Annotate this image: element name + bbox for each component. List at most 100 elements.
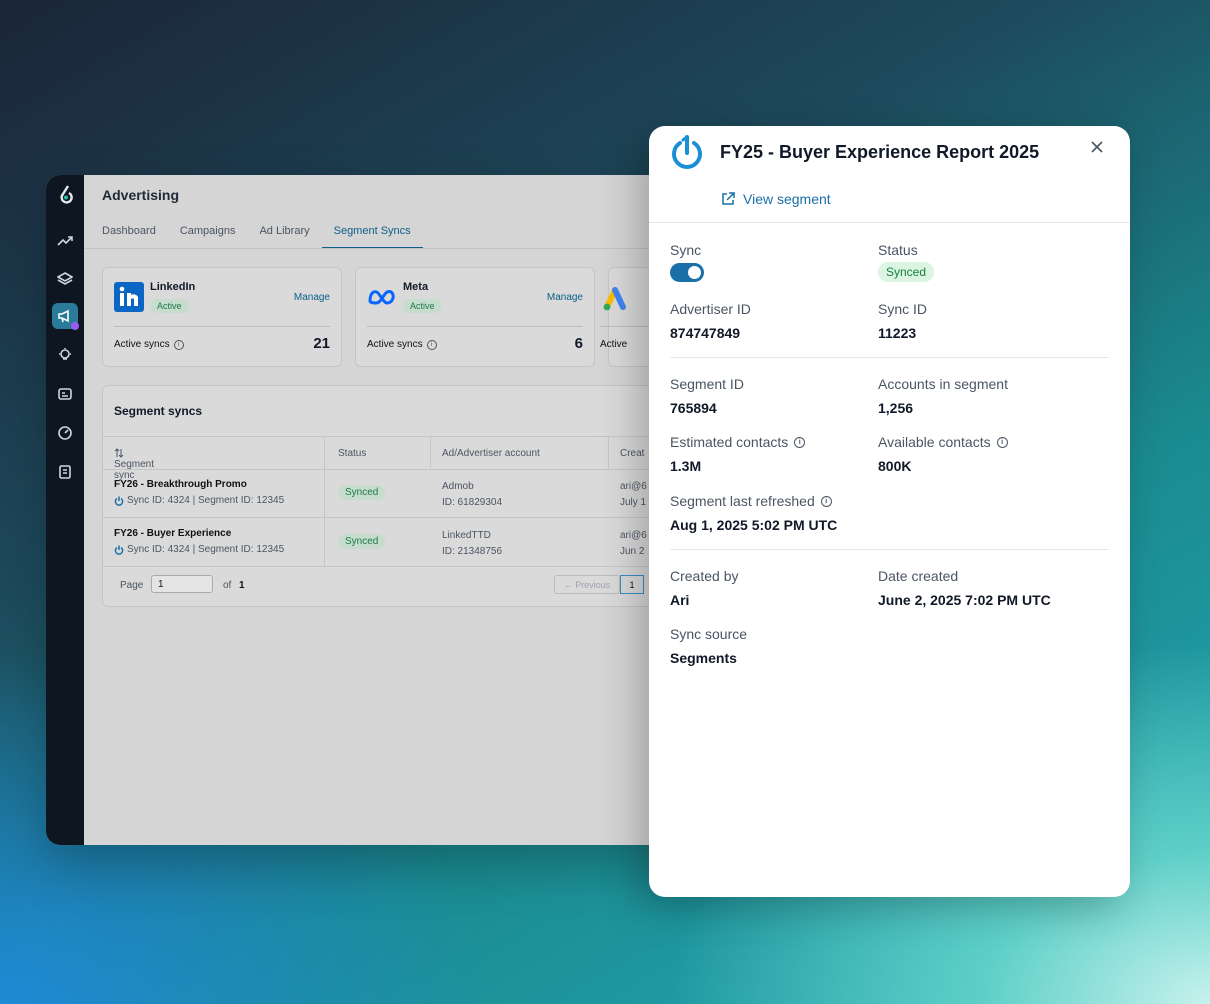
manage-link[interactable]: Manage: [547, 292, 583, 303]
row-name[interactable]: FY26 - Breakthrough Promo: [114, 479, 247, 490]
last-refreshed-text: Segment last refreshed: [670, 493, 815, 509]
row-created: ari@6 Jun 2: [620, 528, 647, 560]
pagination: Page 1 of 1 ← Previous 1: [103, 566, 686, 606]
info-icon[interactable]: i: [173, 339, 184, 350]
row-ids-text: Sync ID: 4324 | Segment ID: 12345: [127, 495, 285, 506]
previous-button[interactable]: ← Previous: [554, 575, 620, 594]
advertiser-id-value: 874747849: [670, 325, 741, 341]
page-total: 1: [239, 580, 245, 591]
trending-icon[interactable]: [55, 231, 75, 251]
table-row[interactable]: FY26 - Breakthrough Promo Sync ID: 4324 …: [103, 469, 686, 518]
sync-source-label: Sync source: [670, 626, 748, 642]
status-badge: Synced: [338, 534, 386, 549]
col-created[interactable]: Creat: [620, 448, 644, 459]
estimated-contacts-text: Estimated contacts: [670, 434, 789, 450]
status-label: Status: [878, 242, 918, 258]
row-account: LinkedTTD ID: 21348756: [442, 528, 502, 560]
created-by-label: Created by: [670, 568, 739, 584]
sync-power-icon: [114, 545, 124, 555]
view-segment-label: View segment: [743, 191, 831, 207]
report-icon[interactable]: [55, 462, 75, 482]
tab-segment-syncs[interactable]: Segment Syncs: [321, 223, 423, 249]
row-created: ari@6 July 1: [620, 479, 647, 511]
tab-divider: [84, 248, 686, 249]
account-id: ID: 61829304: [442, 497, 503, 508]
col-account[interactable]: Ad/Advertiser account: [442, 448, 540, 459]
card-name: LinkedIn: [150, 281, 196, 293]
previous-label: Previous: [575, 580, 611, 590]
available-contacts-value: 800K: [878, 458, 912, 474]
page-label: Page: [120, 580, 144, 591]
main-content: Advertising Dashboard Campaigns Ad Libra…: [84, 175, 686, 845]
column-divider: [430, 436, 431, 468]
close-icon[interactable]: [1090, 140, 1104, 154]
row-ids: Sync ID: 4324 | Segment ID: 12345: [114, 544, 284, 555]
sync-label: Sync: [670, 242, 702, 258]
page-input[interactable]: 1: [151, 575, 213, 593]
col-status[interactable]: Status: [338, 448, 366, 459]
segment-detail-panel: FY25 - Buyer Experience Report 2025 View…: [649, 126, 1130, 897]
page-title: Advertising: [102, 187, 180, 203]
created-by: ari@6: [620, 530, 647, 541]
created-date: Jun 2: [620, 546, 645, 557]
of-label: of: [223, 580, 232, 591]
sync-id-value: 11223: [878, 325, 917, 341]
layers-icon[interactable]: [55, 269, 75, 289]
gauge-icon[interactable]: [55, 423, 75, 443]
sync-id-label: Sync ID: [878, 301, 928, 317]
view-segment-link[interactable]: View segment: [721, 191, 831, 207]
lightbulb-icon[interactable]: [55, 345, 75, 365]
active-syncs-count: 6: [574, 335, 583, 352]
row-ids: Sync ID: 4324 | Segment ID: 12345: [114, 495, 284, 506]
external-link-icon: [722, 192, 735, 205]
sync-power-icon: [672, 135, 702, 169]
sync-toggle[interactable]: [670, 263, 704, 282]
sync-source-value: Segments: [670, 650, 737, 666]
segment-id-label: Segment ID: [670, 376, 744, 392]
section-divider: [670, 549, 1109, 550]
info-icon[interactable]: i: [996, 436, 1008, 448]
table-row[interactable]: FY26 - Buyer Experience Sync ID: 4324 | …: [103, 518, 686, 567]
meta-logo-icon: [368, 290, 395, 305]
created-by: ari@6: [620, 481, 647, 492]
status-badge: Synced: [338, 485, 386, 500]
row-name[interactable]: FY26 - Buyer Experience: [114, 528, 231, 539]
tab-campaigns[interactable]: Campaigns: [180, 223, 248, 249]
tab-bar: Dashboard Campaigns Ad Library Segment S…: [102, 223, 435, 249]
active-syncs-text: Active syncs: [114, 339, 170, 350]
column-divider: [608, 436, 609, 468]
info-icon[interactable]: i: [426, 339, 437, 350]
estimated-contacts-label: Estimated contacts i: [670, 434, 806, 450]
row-ids-text: Sync ID: 4324 | Segment ID: 12345: [127, 544, 285, 555]
tab-ad-library[interactable]: Ad Library: [259, 223, 321, 249]
6sense-logo-icon: [60, 185, 73, 204]
date-created-value: June 2, 2025 7:02 PM UTC: [878, 592, 1051, 608]
tab-dashboard[interactable]: Dashboard: [102, 223, 168, 249]
manage-link[interactable]: Manage: [294, 292, 330, 303]
card-name: Meta: [403, 281, 429, 293]
page-number-button[interactable]: 1: [620, 575, 644, 594]
row-account: Admob ID: 61829304: [442, 479, 502, 511]
table-title: Segment syncs: [114, 404, 203, 418]
col-segment-sync[interactable]: Segment sync: [114, 448, 154, 481]
advertising-app-window: Advertising Dashboard Campaigns Ad Libra…: [46, 175, 686, 845]
google-ads-logo-icon: [603, 287, 626, 311]
active-syncs-label: Active syncs i: [114, 339, 184, 350]
active-syncs-label: Active: [600, 339, 628, 350]
megaphone-icon[interactable]: [52, 303, 79, 330]
contact-card-icon[interactable]: [55, 384, 75, 404]
arrow-left-icon: ←: [563, 580, 573, 590]
available-contacts-label: Available contacts i: [878, 434, 1008, 450]
status-badge: Active: [403, 299, 442, 313]
advertiser-id-label: Advertiser ID: [670, 301, 751, 317]
info-icon[interactable]: i: [794, 436, 806, 448]
account-name: Admob: [442, 481, 474, 492]
available-contacts-text: Available contacts: [878, 434, 991, 450]
last-refreshed-label: Segment last refreshed i: [670, 493, 832, 509]
status-badge: Synced: [878, 262, 935, 282]
sort-icon[interactable]: [114, 448, 124, 458]
info-icon[interactable]: i: [820, 495, 832, 507]
account-id: ID: 21348756: [442, 546, 503, 557]
last-refreshed-value: Aug 1, 2025 5:02 PM UTC: [670, 517, 838, 533]
divider: [367, 326, 583, 327]
